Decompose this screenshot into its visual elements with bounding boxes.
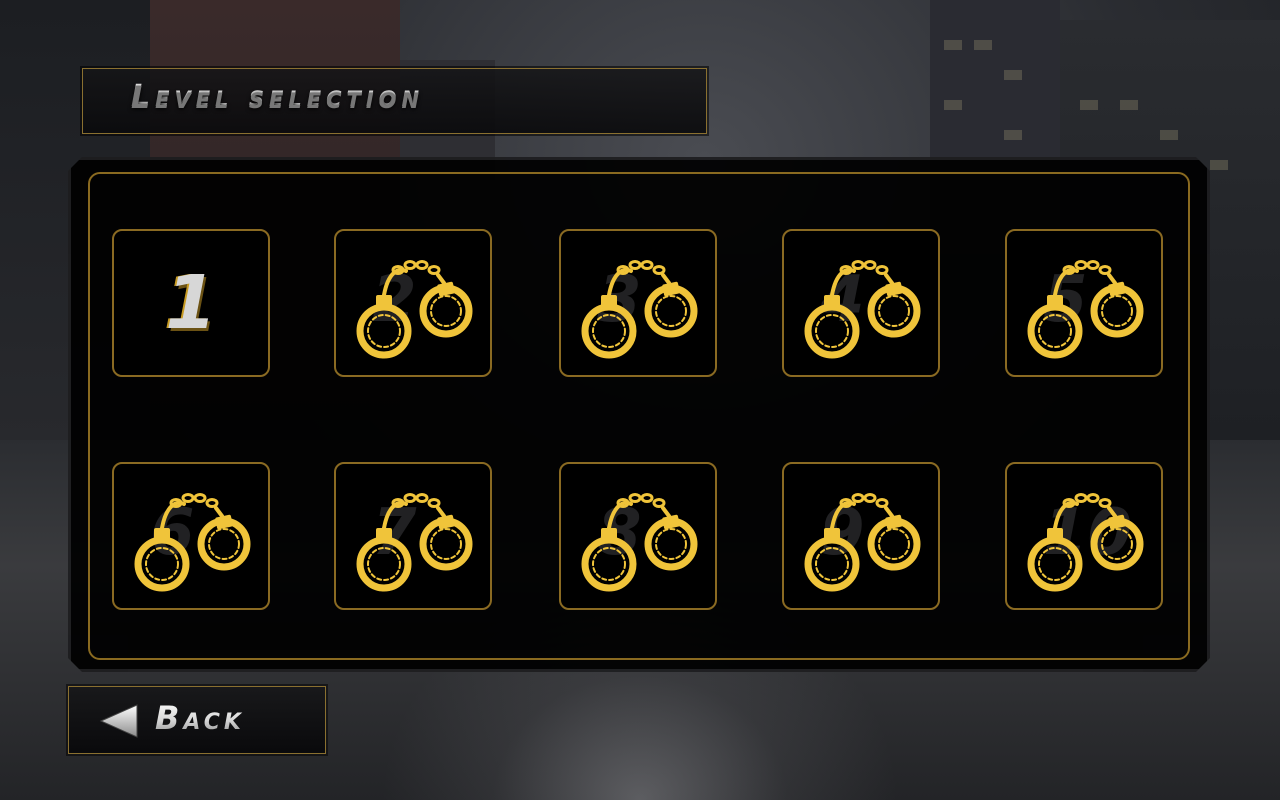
handcuffs-icon (581, 260, 698, 359)
level-selection-header: Level selection (82, 68, 707, 134)
level-tile-8[interactable]: 8 (559, 462, 717, 610)
handcuffs-icon (804, 260, 921, 359)
level-tile-6[interactable]: 6 (112, 462, 270, 610)
level-tile-5[interactable]: 5 (1005, 229, 1163, 377)
handcuffs-icon (804, 493, 921, 592)
level-tile-2[interactable]: 2 (334, 229, 492, 377)
level-tile-9[interactable]: 9 (782, 462, 940, 610)
handcuffs-icon (356, 260, 473, 359)
back-button[interactable]: Back (68, 686, 326, 754)
level-tile-4[interactable]: 4 (782, 229, 940, 377)
level-tile-7[interactable]: 7 (334, 462, 492, 610)
handcuffs-icon (1027, 260, 1144, 359)
page-title: Level selection (131, 79, 425, 114)
level-tile-3[interactable]: 3 (559, 229, 717, 377)
level-number: 1 (165, 260, 217, 346)
handcuffs-icon (1027, 493, 1144, 592)
level-tile-1[interactable]: 1 (112, 229, 270, 377)
back-label: Back (155, 699, 245, 737)
handcuffs-icon (581, 493, 698, 592)
handcuffs-icon (134, 493, 251, 592)
handcuffs-icon (356, 493, 473, 592)
level-tile-10[interactable]: 10 (1005, 462, 1163, 610)
back-arrow-icon (99, 704, 138, 738)
